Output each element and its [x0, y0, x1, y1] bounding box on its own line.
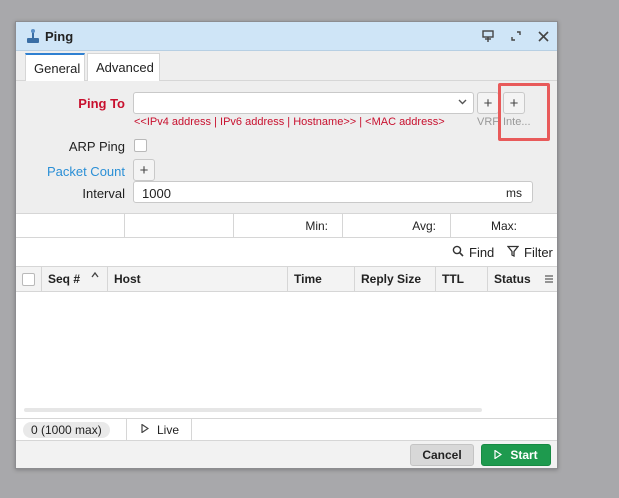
interval-label: Interval	[82, 186, 125, 201]
column-menu-icon[interactable]	[544, 273, 554, 287]
result-count-badge: 0 (1000 max)	[23, 422, 110, 438]
live-label: Live	[157, 422, 180, 437]
add-packet-count-button[interactable]: +	[133, 159, 155, 181]
table-toolbar: Find Filter	[16, 238, 557, 266]
arp-ping-checkbox[interactable]	[134, 139, 147, 152]
stats-cell-empty-1	[16, 214, 125, 237]
start-label: Start	[510, 448, 538, 462]
chevron-down-icon[interactable]	[458, 97, 468, 109]
start-button[interactable]: Start	[481, 444, 551, 466]
column-seq-label: Seq #	[48, 272, 81, 286]
stats-cell-empty-2	[125, 214, 234, 237]
general-form: Ping To <<IPv4 address | IPv6 address | …	[16, 81, 557, 213]
live-button[interactable]: Live	[126, 419, 192, 440]
arp-ping-label: ARP Ping	[68, 139, 125, 154]
column-host[interactable]: Host	[108, 267, 288, 291]
stats-max: Max:	[490, 218, 517, 233]
dialog-footer: Cancel Start	[16, 441, 557, 468]
tab-general[interactable]: General	[25, 53, 85, 81]
maximize-icon[interactable]	[508, 28, 524, 44]
ping-to-hint: <<IPv4 address | IPv6 address | Hostname…	[134, 116, 445, 128]
vrf-label: VRF	[477, 116, 499, 128]
column-seq[interactable]: Seq #	[42, 267, 108, 291]
close-icon[interactable]	[535, 28, 551, 44]
sort-up-icon[interactable]	[91, 271, 99, 282]
add-vrf-button[interactable]: +	[477, 92, 499, 114]
status-bar: 0 (1000 max) Live	[16, 418, 557, 441]
interval-unit: ms	[506, 186, 522, 200]
cancel-button[interactable]: Cancel	[410, 444, 474, 466]
pin-icon[interactable]	[480, 28, 496, 44]
stats-bar: Min: Avg: Max:	[16, 213, 557, 238]
filter-icon[interactable]	[506, 245, 521, 259]
column-status[interactable]: Status	[488, 267, 557, 291]
column-ttl[interactable]: TTL	[436, 267, 488, 291]
window-title: Ping	[45, 29, 74, 44]
find-button[interactable]: Find	[469, 245, 494, 260]
titlebar: Ping	[16, 22, 557, 51]
ping-to-label: Ping To	[78, 96, 125, 111]
ping-app-icon	[27, 29, 39, 43]
select-all-cell	[16, 267, 42, 291]
play-icon	[494, 448, 503, 461]
stats-min: Min:	[234, 214, 343, 237]
column-reply-size[interactable]: Reply Size	[355, 267, 436, 291]
horizontal-scrollbar[interactable]	[24, 408, 482, 412]
highlight-box	[498, 83, 550, 141]
column-status-label: Status	[494, 272, 531, 286]
table-body	[16, 292, 557, 418]
ping-window: Ping General Advanced Ping To <<IPv4 add…	[15, 21, 558, 469]
stats-avg: Avg:	[343, 214, 451, 237]
filter-button[interactable]: Filter	[524, 245, 553, 260]
interval-value: 1000	[142, 186, 171, 201]
tab-bar: General Advanced	[16, 51, 557, 81]
plus-icon: +	[139, 161, 149, 179]
plus-icon: +	[483, 94, 493, 112]
ping-to-input[interactable]	[133, 92, 474, 114]
search-icon[interactable]	[452, 245, 466, 259]
play-icon	[141, 423, 150, 435]
table-header: Seq # Host Time Reply Size TTL Status	[16, 266, 557, 292]
column-time[interactable]: Time	[288, 267, 355, 291]
interval-input[interactable]: 1000 ms	[133, 181, 533, 203]
tab-advanced[interactable]: Advanced	[87, 53, 160, 81]
select-all-checkbox[interactable]	[22, 272, 35, 286]
packet-count-label[interactable]: Packet Count	[47, 164, 125, 179]
